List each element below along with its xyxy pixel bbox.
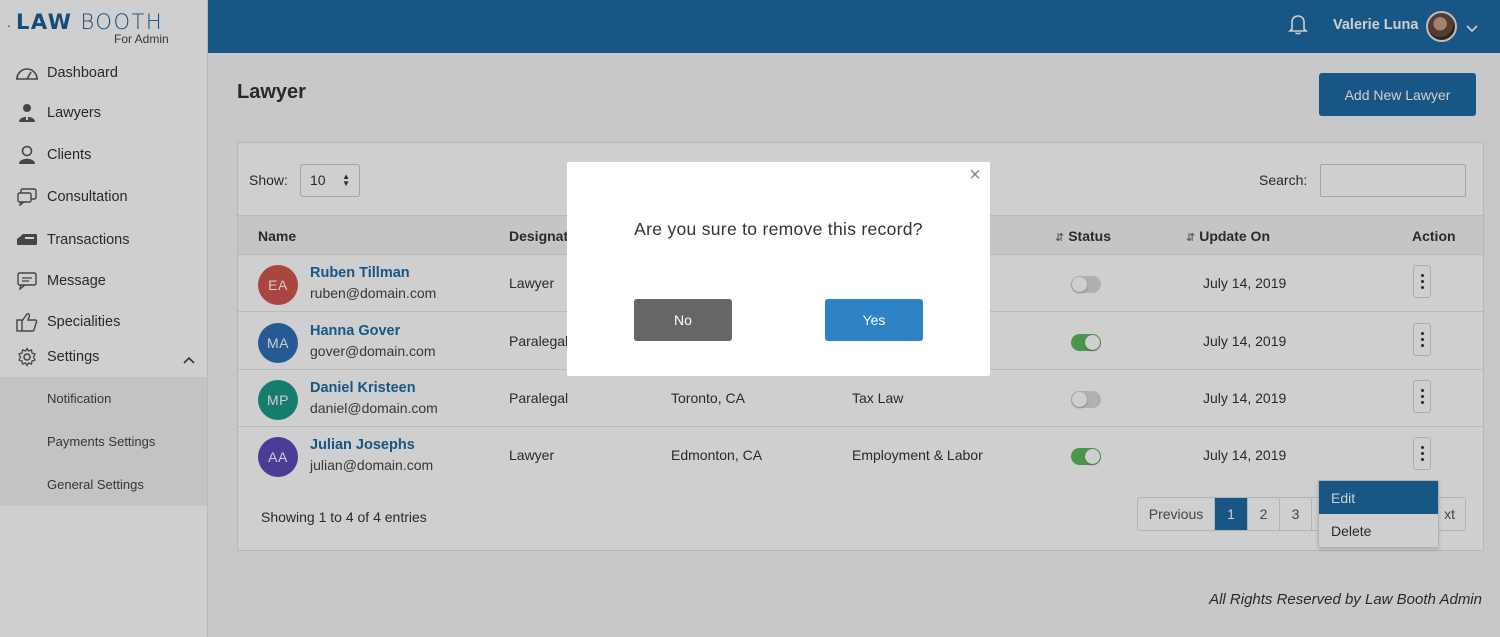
modal-overlay[interactable]: × Are you sure to remove this record? No… bbox=[0, 0, 1500, 637]
close-icon[interactable]: × bbox=[965, 165, 985, 185]
confirm-message: Are you sure to remove this record? bbox=[634, 219, 923, 239]
confirm-dialog: × Are you sure to remove this record? No… bbox=[567, 162, 990, 376]
no-button[interactable]: No bbox=[634, 299, 732, 341]
yes-button[interactable]: Yes bbox=[825, 299, 923, 341]
